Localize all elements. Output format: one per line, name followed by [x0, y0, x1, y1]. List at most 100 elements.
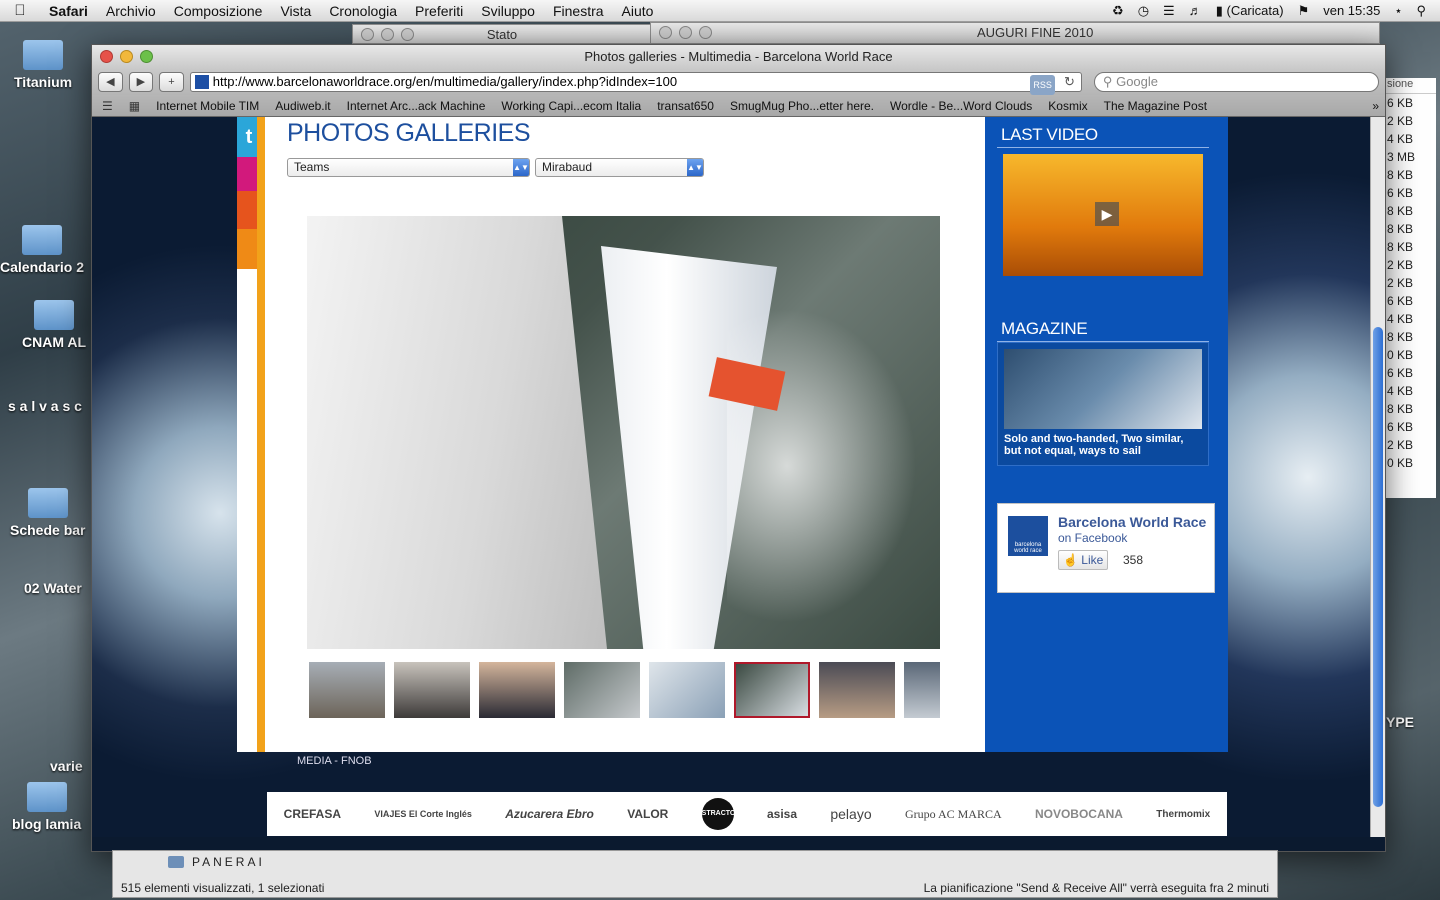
bookmark-item[interactable]: Kosmix: [1048, 99, 1087, 113]
magazine-thumbnail[interactable]: [1004, 349, 1202, 429]
list-item[interactable]: 4 KB: [1383, 382, 1436, 400]
desktop-icon-schede[interactable]: Schede bar: [10, 488, 85, 538]
bwr-logo[interactable]: barcelona world race: [1008, 516, 1048, 556]
scrollbar-thumb[interactable]: [1373, 327, 1383, 807]
video-thumbnail[interactable]: ▶: [1003, 154, 1203, 276]
list-item[interactable]: 0 KB: [1383, 346, 1436, 364]
desktop-icon-titanium[interactable]: Titanium: [14, 40, 72, 90]
sponsor-logo[interactable]: Grupo AC MARCA: [905, 807, 1002, 822]
list-item[interactable]: 8 KB: [1383, 400, 1436, 418]
battery-status[interactable]: ▮ (Caricata): [1216, 3, 1284, 19]
zoom-icon[interactable]: [401, 28, 414, 41]
list-item[interactable]: 2 KB: [1383, 256, 1436, 274]
rss-button[interactable]: RSS: [1030, 75, 1055, 95]
gallery-thumbnail[interactable]: [394, 662, 470, 718]
bookmark-item[interactable]: Wordle - Be...Word Clouds: [890, 99, 1032, 113]
play-icon[interactable]: ▶: [1095, 202, 1119, 226]
gallery-thumbnail[interactable]: [564, 662, 640, 718]
desktop-icon-water[interactable]: 02 Water: [24, 580, 82, 596]
minimize-icon[interactable]: [381, 28, 394, 41]
list-item[interactable]: 4 KB: [1383, 310, 1436, 328]
gallery-thumbnail[interactable]: [479, 662, 555, 718]
column-header[interactable]: sione: [1383, 78, 1436, 94]
menu-archivio[interactable]: Archivio: [97, 3, 165, 19]
time-machine-icon[interactable]: ◷: [1138, 3, 1149, 19]
team-select[interactable]: Mirabaud ▲▼: [535, 158, 704, 177]
menu-preferiti[interactable]: Preferiti: [406, 3, 472, 19]
minimize-icon[interactable]: [679, 26, 692, 39]
sponsor-logo[interactable]: NOVOBOCANA: [1035, 807, 1123, 821]
add-bookmark-button[interactable]: +: [159, 72, 184, 92]
sponsor-logo[interactable]: STRACTO: [701, 798, 735, 830]
menu-safari[interactable]: Safari: [40, 3, 97, 19]
bluetooth-icon[interactable]: ⋆: [1394, 3, 1402, 19]
desktop-icon-varie[interactable]: varie: [50, 758, 83, 774]
open-book-icon[interactable]: ☰: [102, 99, 113, 113]
bookmark-item[interactable]: Audiweb.it: [275, 99, 330, 113]
close-icon[interactable]: [361, 28, 374, 41]
desktop-icon-blog[interactable]: blog lamia: [12, 782, 81, 832]
volume-icon[interactable]: ♬: [1189, 3, 1202, 18]
menu-finestra[interactable]: Finestra: [544, 3, 613, 19]
title-bar[interactable]: Photos galleries - Multimedia - Barcelon…: [92, 45, 1385, 69]
menu-sviluppo[interactable]: Sviluppo: [472, 3, 544, 19]
gallery-thumbnail[interactable]: [819, 662, 895, 718]
gallery-thumbnail[interactable]: [309, 662, 385, 718]
list-item[interactable]: 8 KB: [1383, 328, 1436, 346]
list-item[interactable]: 0 KB: [1383, 454, 1436, 472]
list-item[interactable]: 8 KB: [1383, 238, 1436, 256]
like-button[interactable]: ☝ Like: [1058, 550, 1108, 570]
spotlight-search-icon[interactable]: ⚲: [1416, 3, 1426, 19]
sync-icon[interactable]: ♻: [1112, 3, 1124, 19]
list-item[interactable]: 2 KB: [1383, 112, 1436, 130]
gallery-thumbnail-selected[interactable]: [734, 662, 810, 718]
category-select[interactable]: Teams ▲▼: [287, 158, 530, 177]
list-item[interactable]: 6 KB: [1383, 94, 1436, 112]
list-item[interactable]: 8 KB: [1383, 166, 1436, 184]
sponsor-logo[interactable]: asisa: [767, 807, 797, 821]
facebook-page-name[interactable]: Barcelona World Race on Facebook: [1058, 515, 1208, 546]
magazine-card[interactable]: Solo and two-handed, Two similar, but no…: [997, 342, 1209, 466]
minimize-icon[interactable]: [120, 50, 133, 63]
list-item[interactable]: 6 KB: [1383, 418, 1436, 436]
grid-icon[interactable]: ▦: [129, 99, 140, 113]
list-item[interactable]: 2 KB: [1383, 436, 1436, 454]
search-input[interactable]: ⚲ Google: [1093, 72, 1379, 92]
list-item[interactable]: 3 MB: [1383, 148, 1436, 166]
vertical-scrollbar[interactable]: [1370, 117, 1385, 837]
menu-clock[interactable]: ven 15:35: [1323, 3, 1380, 18]
sponsor-logo[interactable]: Thermomix: [1156, 809, 1210, 820]
flag-icon[interactable]: ⚑: [1298, 3, 1310, 19]
bookmark-item[interactable]: transat650: [657, 99, 714, 113]
close-icon[interactable]: [100, 50, 113, 63]
list-item[interactable]: 8 KB: [1383, 202, 1436, 220]
list-item[interactable]: 6 KB: [1383, 292, 1436, 310]
reload-icon[interactable]: ↻: [1064, 73, 1075, 91]
magazine-caption[interactable]: Solo and two-handed, Two similar, but no…: [998, 431, 1208, 465]
list-item[interactable]: 8 KB: [1383, 220, 1436, 238]
zoom-icon[interactable]: [699, 26, 712, 39]
gallery-thumbnail[interactable]: [904, 662, 940, 718]
footer-links[interactable]: MEDIA - FNOB: [297, 755, 372, 767]
size-column-list[interactable]: sione 6 KB 2 KB 4 KB 3 MB 8 KB 6 KB 8 KB…: [1382, 78, 1436, 498]
list-item[interactable]: 4 KB: [1383, 130, 1436, 148]
url-field[interactable]: http://www.barcelonaworldrace.org/en/mul…: [189, 72, 1082, 95]
desktop-icon-salvasc[interactable]: s a l v a s c: [8, 398, 82, 414]
wifi-icon[interactable]: ☰: [1163, 3, 1175, 19]
background-finder-window[interactable]: PANERAI 515 elementi visualizzati, 1 sel…: [112, 850, 1278, 898]
desktop-icon-cnam[interactable]: CNAM AL: [22, 300, 86, 350]
apple-menu-icon[interactable]: : [0, 2, 40, 19]
more-bookmarks-icon[interactable]: »: [1372, 99, 1385, 113]
sponsor-logo[interactable]: Azucarera Ebro: [505, 807, 594, 821]
folder-row[interactable]: PANERAI: [168, 855, 265, 869]
sponsor-logo[interactable]: CREFASA: [284, 807, 341, 821]
gallery-thumbnail[interactable]: [649, 662, 725, 718]
bookmark-item[interactable]: Internet Arc...ack Machine: [347, 99, 486, 113]
zoom-icon[interactable]: [140, 50, 153, 63]
menu-composizione[interactable]: Composizione: [165, 3, 272, 19]
list-item[interactable]: 6 KB: [1383, 184, 1436, 202]
menu-aiuto[interactable]: Aiuto: [613, 3, 663, 19]
main-photo[interactable]: [307, 216, 940, 649]
bookmark-item[interactable]: Internet Mobile TIM: [156, 99, 259, 113]
bookmark-item[interactable]: The Magazine Post: [1104, 99, 1207, 113]
